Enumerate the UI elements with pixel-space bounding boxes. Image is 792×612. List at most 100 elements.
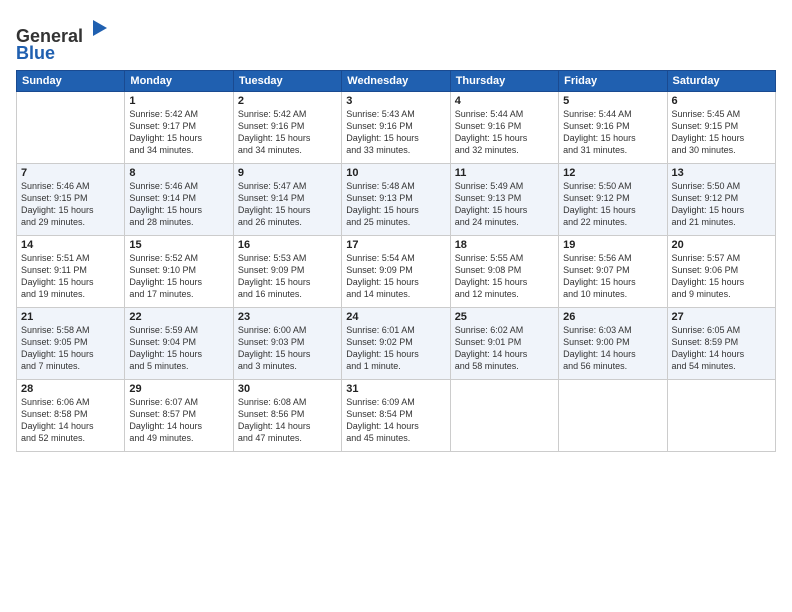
day-cell: 26Sunrise: 6:03 AM Sunset: 9:00 PM Dayli… <box>559 307 667 379</box>
day-info: Sunrise: 5:42 AM Sunset: 9:16 PM Dayligh… <box>238 108 337 157</box>
day-number: 25 <box>455 311 554 323</box>
day-info: Sunrise: 5:54 AM Sunset: 9:09 PM Dayligh… <box>346 252 445 301</box>
day-cell: 11Sunrise: 5:49 AM Sunset: 9:13 PM Dayli… <box>450 163 558 235</box>
day-cell <box>17 91 125 163</box>
day-cell: 22Sunrise: 5:59 AM Sunset: 9:04 PM Dayli… <box>125 307 233 379</box>
day-cell: 10Sunrise: 5:48 AM Sunset: 9:13 PM Dayli… <box>342 163 450 235</box>
week-row-2: 7Sunrise: 5:46 AM Sunset: 9:15 PM Daylig… <box>17 163 776 235</box>
day-number: 14 <box>21 239 120 251</box>
day-info: Sunrise: 5:42 AM Sunset: 9:17 PM Dayligh… <box>129 108 228 157</box>
week-row-1: 1Sunrise: 5:42 AM Sunset: 9:17 PM Daylig… <box>17 91 776 163</box>
day-cell: 15Sunrise: 5:52 AM Sunset: 9:10 PM Dayli… <box>125 235 233 307</box>
logo: General Blue <box>16 14 113 64</box>
day-number: 4 <box>455 95 554 107</box>
logo-arrow-icon <box>85 14 113 42</box>
day-cell: 20Sunrise: 5:57 AM Sunset: 9:06 PM Dayli… <box>667 235 775 307</box>
day-number: 2 <box>238 95 337 107</box>
calendar-table: SundayMondayTuesdayWednesdayThursdayFrid… <box>16 70 776 452</box>
day-info: Sunrise: 5:47 AM Sunset: 9:14 PM Dayligh… <box>238 180 337 229</box>
day-number: 24 <box>346 311 445 323</box>
day-cell: 16Sunrise: 5:53 AM Sunset: 9:09 PM Dayli… <box>233 235 341 307</box>
day-number: 11 <box>455 167 554 179</box>
day-info: Sunrise: 5:56 AM Sunset: 9:07 PM Dayligh… <box>563 252 662 301</box>
logo-text: General Blue <box>16 14 113 64</box>
day-info: Sunrise: 5:51 AM Sunset: 9:11 PM Dayligh… <box>21 252 120 301</box>
day-info: Sunrise: 5:59 AM Sunset: 9:04 PM Dayligh… <box>129 324 228 373</box>
weekday-header-saturday: Saturday <box>667 70 775 91</box>
day-cell: 31Sunrise: 6:09 AM Sunset: 8:54 PM Dayli… <box>342 379 450 451</box>
day-info: Sunrise: 5:52 AM Sunset: 9:10 PM Dayligh… <box>129 252 228 301</box>
day-number: 13 <box>672 167 771 179</box>
day-info: Sunrise: 5:57 AM Sunset: 9:06 PM Dayligh… <box>672 252 771 301</box>
day-number: 20 <box>672 239 771 251</box>
day-cell: 1Sunrise: 5:42 AM Sunset: 9:17 PM Daylig… <box>125 91 233 163</box>
day-info: Sunrise: 5:53 AM Sunset: 9:09 PM Dayligh… <box>238 252 337 301</box>
day-number: 27 <box>672 311 771 323</box>
day-info: Sunrise: 6:07 AM Sunset: 8:57 PM Dayligh… <box>129 396 228 445</box>
day-info: Sunrise: 6:00 AM Sunset: 9:03 PM Dayligh… <box>238 324 337 373</box>
day-info: Sunrise: 5:48 AM Sunset: 9:13 PM Dayligh… <box>346 180 445 229</box>
day-cell: 27Sunrise: 6:05 AM Sunset: 8:59 PM Dayli… <box>667 307 775 379</box>
page: General Blue SundayMondayTuesdayWednesda… <box>0 0 792 612</box>
week-row-5: 28Sunrise: 6:06 AM Sunset: 8:58 PM Dayli… <box>17 379 776 451</box>
day-info: Sunrise: 5:50 AM Sunset: 9:12 PM Dayligh… <box>563 180 662 229</box>
day-cell: 4Sunrise: 5:44 AM Sunset: 9:16 PM Daylig… <box>450 91 558 163</box>
day-cell <box>559 379 667 451</box>
day-info: Sunrise: 5:46 AM Sunset: 9:14 PM Dayligh… <box>129 180 228 229</box>
day-number: 30 <box>238 383 337 395</box>
week-row-4: 21Sunrise: 5:58 AM Sunset: 9:05 PM Dayli… <box>17 307 776 379</box>
day-number: 7 <box>21 167 120 179</box>
day-info: Sunrise: 6:08 AM Sunset: 8:56 PM Dayligh… <box>238 396 337 445</box>
weekday-header-thursday: Thursday <box>450 70 558 91</box>
day-number: 9 <box>238 167 337 179</box>
day-number: 5 <box>563 95 662 107</box>
day-cell: 18Sunrise: 5:55 AM Sunset: 9:08 PM Dayli… <box>450 235 558 307</box>
day-cell: 29Sunrise: 6:07 AM Sunset: 8:57 PM Dayli… <box>125 379 233 451</box>
day-info: Sunrise: 6:03 AM Sunset: 9:00 PM Dayligh… <box>563 324 662 373</box>
day-cell: 25Sunrise: 6:02 AM Sunset: 9:01 PM Dayli… <box>450 307 558 379</box>
day-number: 1 <box>129 95 228 107</box>
day-cell <box>667 379 775 451</box>
day-number: 8 <box>129 167 228 179</box>
day-info: Sunrise: 6:05 AM Sunset: 8:59 PM Dayligh… <box>672 324 771 373</box>
day-number: 22 <box>129 311 228 323</box>
day-number: 19 <box>563 239 662 251</box>
day-cell: 2Sunrise: 5:42 AM Sunset: 9:16 PM Daylig… <box>233 91 341 163</box>
day-cell: 19Sunrise: 5:56 AM Sunset: 9:07 PM Dayli… <box>559 235 667 307</box>
day-number: 23 <box>238 311 337 323</box>
day-cell: 14Sunrise: 5:51 AM Sunset: 9:11 PM Dayli… <box>17 235 125 307</box>
day-info: Sunrise: 5:50 AM Sunset: 9:12 PM Dayligh… <box>672 180 771 229</box>
day-cell: 5Sunrise: 5:44 AM Sunset: 9:16 PM Daylig… <box>559 91 667 163</box>
day-number: 16 <box>238 239 337 251</box>
day-cell: 30Sunrise: 6:08 AM Sunset: 8:56 PM Dayli… <box>233 379 341 451</box>
day-cell: 13Sunrise: 5:50 AM Sunset: 9:12 PM Dayli… <box>667 163 775 235</box>
day-cell: 12Sunrise: 5:50 AM Sunset: 9:12 PM Dayli… <box>559 163 667 235</box>
day-number: 18 <box>455 239 554 251</box>
day-cell: 23Sunrise: 6:00 AM Sunset: 9:03 PM Dayli… <box>233 307 341 379</box>
day-cell: 9Sunrise: 5:47 AM Sunset: 9:14 PM Daylig… <box>233 163 341 235</box>
weekday-header-wednesday: Wednesday <box>342 70 450 91</box>
day-cell <box>450 379 558 451</box>
day-info: Sunrise: 5:58 AM Sunset: 9:05 PM Dayligh… <box>21 324 120 373</box>
day-number: 28 <box>21 383 120 395</box>
day-number: 10 <box>346 167 445 179</box>
day-cell: 3Sunrise: 5:43 AM Sunset: 9:16 PM Daylig… <box>342 91 450 163</box>
weekday-header-sunday: Sunday <box>17 70 125 91</box>
day-info: Sunrise: 5:44 AM Sunset: 9:16 PM Dayligh… <box>455 108 554 157</box>
day-cell: 7Sunrise: 5:46 AM Sunset: 9:15 PM Daylig… <box>17 163 125 235</box>
day-number: 15 <box>129 239 228 251</box>
day-cell: 21Sunrise: 5:58 AM Sunset: 9:05 PM Dayli… <box>17 307 125 379</box>
day-number: 29 <box>129 383 228 395</box>
header: General Blue <box>16 10 776 64</box>
day-info: Sunrise: 6:06 AM Sunset: 8:58 PM Dayligh… <box>21 396 120 445</box>
day-info: Sunrise: 5:55 AM Sunset: 9:08 PM Dayligh… <box>455 252 554 301</box>
day-cell: 6Sunrise: 5:45 AM Sunset: 9:15 PM Daylig… <box>667 91 775 163</box>
day-info: Sunrise: 6:02 AM Sunset: 9:01 PM Dayligh… <box>455 324 554 373</box>
day-cell: 24Sunrise: 6:01 AM Sunset: 9:02 PM Dayli… <box>342 307 450 379</box>
weekday-header-monday: Monday <box>125 70 233 91</box>
day-cell: 8Sunrise: 5:46 AM Sunset: 9:14 PM Daylig… <box>125 163 233 235</box>
day-info: Sunrise: 5:49 AM Sunset: 9:13 PM Dayligh… <box>455 180 554 229</box>
week-row-3: 14Sunrise: 5:51 AM Sunset: 9:11 PM Dayli… <box>17 235 776 307</box>
day-number: 26 <box>563 311 662 323</box>
day-number: 3 <box>346 95 445 107</box>
